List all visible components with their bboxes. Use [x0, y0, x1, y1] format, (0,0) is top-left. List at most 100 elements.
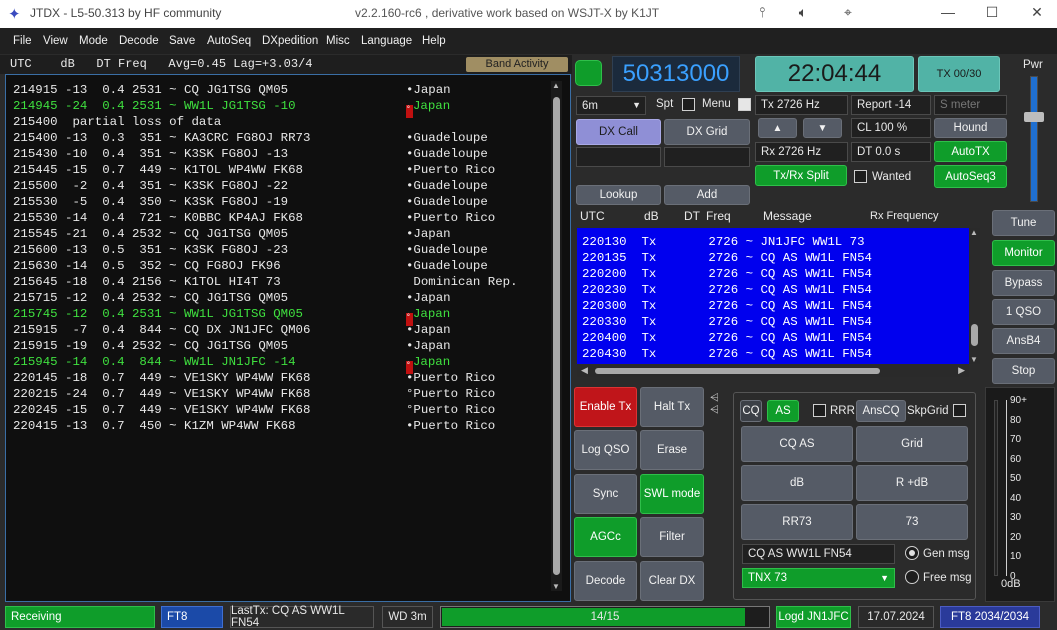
decode-button[interactable]: Decode: [574, 561, 637, 601]
menu-save[interactable]: Save: [169, 35, 195, 47]
halt-tx-button[interactable]: Halt Tx: [640, 387, 704, 427]
rx-scroll-down-icon[interactable]: ▼: [970, 355, 978, 364]
menu-dxpedition[interactable]: DXpedition: [262, 35, 318, 47]
menu-decode[interactable]: Decode: [119, 35, 159, 47]
rx-frequency-list[interactable]: 220130 Tx 2726 ~ JN1JFC WW1L 73 220135 Tx…: [577, 228, 969, 364]
rx-list-hscroll[interactable]: ◀ ▶: [577, 365, 969, 377]
band-activity-row[interactable]: 215430 -10 0.4 351 ~ K3SK FG8OJ -13 •Guad…: [13, 147, 488, 163]
cl-spinbox[interactable]: CL 100 %: [851, 118, 931, 138]
clear-dx-button[interactable]: Clear DX: [640, 561, 704, 601]
dx-grid-button[interactable]: DX Grid: [664, 119, 750, 145]
menu-checkbox[interactable]: [738, 98, 751, 111]
tx-frequency-spinbox[interactable]: Tx 2726 Hz: [755, 95, 848, 115]
menu-view[interactable]: View: [43, 35, 68, 47]
band-activity-row[interactable]: 215645 -18 0.4 2156 ~ K1TOL HI4T 73 Domi…: [13, 275, 518, 291]
rx-list-row[interactable]: 220230 Tx 2726 ~ CQ AS WW1L FN54: [582, 283, 872, 299]
pwr-slider-handle[interactable]: [1024, 112, 1044, 122]
r-db-button[interactable]: R +dB: [856, 465, 968, 501]
hscroll-thumb[interactable]: [595, 368, 880, 374]
rx-list-row[interactable]: 220300 Tx 2726 ~ CQ AS WW1L FN54: [582, 299, 872, 315]
dt-spinbox[interactable]: DT 0.0 s: [851, 142, 931, 162]
maximize-button[interactable]: ☐: [982, 4, 1002, 21]
band-activity-row[interactable]: 215445 -15 0.7 449 ~ K1TOL WP4WW FK68 •Pu…: [13, 163, 495, 179]
speaker-icon[interactable]: 🔈︎: [793, 4, 813, 21]
menu-mode[interactable]: Mode: [79, 35, 108, 47]
cq-button[interactable]: CQ: [740, 400, 762, 422]
grid-button[interactable]: Grid: [856, 426, 968, 462]
rx-list-row[interactable]: 220400 Tx 2726 ~ CQ AS WW1L FN54: [582, 331, 872, 347]
band-activity-row[interactable]: 215630 -14 0.5 352 ~ CQ FG8OJ FK96 •Guade…: [13, 259, 488, 275]
band-activity-row[interactable]: 215715 -12 0.4 2532 ~ CQ JG1TSG QM05 •Jap…: [13, 291, 451, 307]
menu-misc[interactable]: Misc: [326, 35, 350, 47]
filter-button[interactable]: Filter: [640, 517, 704, 557]
band-activity-row[interactable]: 220245 -15 0.7 449 ~ VE1SKY WP4WW FK68 °P…: [13, 403, 495, 419]
as-button[interactable]: AS: [767, 400, 799, 422]
s-meter-field[interactable]: S meter: [934, 95, 1007, 115]
cq-as-button[interactable]: CQ AS: [741, 426, 853, 462]
band-activity-row[interactable]: 215915 -7 0.4 844 ~ CQ DX JN1JFC QM06 •Ja…: [13, 323, 451, 339]
sync-button[interactable]: Sync: [574, 474, 637, 514]
rx-list-scrollbar[interactable]: ▲ ▼: [969, 228, 980, 364]
erase-button[interactable]: Erase: [640, 430, 704, 470]
gen-msg-input[interactable]: CQ AS WW1L FN54: [742, 544, 895, 564]
dx-grid-input[interactable]: [664, 147, 750, 167]
swl-mode-button[interactable]: SWL mode: [640, 474, 704, 514]
band-activity-scrollbar[interactable]: ▲ ▼: [551, 81, 562, 591]
bypass-button[interactable]: Bypass: [992, 270, 1055, 296]
autoseq-button[interactable]: AutoSeq3: [934, 165, 1007, 188]
scroll-down-icon[interactable]: ▼: [552, 582, 560, 591]
dx-call-button[interactable]: DX Call: [576, 119, 661, 145]
menu-help[interactable]: Help: [422, 35, 446, 47]
band-activity-row[interactable]: 215400 partial loss of data: [13, 115, 221, 131]
anscq-button[interactable]: AnsCQ: [856, 400, 906, 422]
band-activity-row[interactable]: 215400 -13 0.3 351 ~ KA3CRC FG8OJ RR73 •G…: [13, 131, 488, 147]
menu-file[interactable]: File: [13, 35, 32, 47]
band-activity-row[interactable]: 220145 -18 0.7 449 ~ VE1SKY WP4WW FK68 •P…: [13, 371, 495, 387]
scroll-thumb[interactable]: [553, 97, 560, 575]
band-activity-panel[interactable]: 214915 -13 0.4 2531 ~ CQ JG1TSG QM05 •Jap…: [5, 74, 571, 602]
menu-language[interactable]: Language: [361, 35, 412, 47]
enable-tx-button[interactable]: Enable Tx: [574, 387, 637, 427]
tune-button[interactable]: Tune: [992, 210, 1055, 236]
report-spinbox[interactable]: Report -14: [851, 95, 931, 115]
switch-arrows-icon[interactable]: ⩤ ⩤: [710, 392, 732, 420]
band-activity-row[interactable]: 215600 -13 0.5 351 ~ K3SK FG8OJ -23 •Guad…: [13, 243, 488, 259]
band-activity-row[interactable]: 220415 -13 0.7 450 ~ K1ZM WP4WW FK68 •Pue…: [13, 419, 495, 435]
band-activity-row[interactable]: 215530 -5 0.4 350 ~ K3SK FG8OJ -19 •Guade…: [13, 195, 488, 211]
stop-button[interactable]: Stop: [992, 358, 1055, 384]
rrr-checkbox[interactable]: [813, 404, 826, 417]
hscroll-right-icon[interactable]: ▶: [958, 365, 965, 376]
close-button[interactable]: ✕: [1027, 4, 1047, 21]
scroll-up-icon[interactable]: ▲: [552, 81, 560, 90]
wanted-checkbox[interactable]: [854, 170, 867, 183]
freq-up-button[interactable]: ▲: [758, 118, 797, 138]
log-qso-button[interactable]: Log QSO: [574, 430, 637, 470]
tuner-icon[interactable]: ⫯: [752, 4, 772, 21]
spt-checkbox[interactable]: [682, 98, 695, 111]
band-activity-row[interactable]: 214915 -13 0.4 2531 ~ CQ JG1TSG QM05 •Jap…: [13, 83, 451, 99]
free-msg-radio[interactable]: [905, 570, 919, 584]
freq-down-button[interactable]: ▼: [803, 118, 842, 138]
rx-scroll-up-icon[interactable]: ▲: [970, 228, 978, 237]
band-activity-row[interactable]: 215745 -12 0.4 2531 ~ WW1L JG1TSG QM05 ° J…: [13, 307, 450, 326]
band-activity-row[interactable]: 215545 -21 0.4 2532 ~ CQ JG1TSG QM05 •Jap…: [13, 227, 451, 243]
lookup-button[interactable]: Lookup: [576, 185, 661, 205]
frequency-display[interactable]: 50313000: [612, 56, 740, 92]
seventy-three-button[interactable]: 73: [856, 504, 968, 540]
pwr-slider-track[interactable]: [1030, 76, 1038, 202]
band-activity-row[interactable]: 220215 -24 0.7 449 ~ VE1SKY WP4WW FK68 °P…: [13, 387, 495, 403]
dx-call-input[interactable]: [576, 147, 661, 167]
add-button[interactable]: Add: [664, 185, 750, 205]
tx-counter-button[interactable]: TX 00/30: [918, 56, 1000, 92]
rr73-button[interactable]: RR73: [741, 504, 853, 540]
ansb4-button[interactable]: AnsB4: [992, 328, 1055, 354]
skpgrid-checkbox[interactable]: [953, 404, 966, 417]
free-msg-select[interactable]: TNX 73 ▼: [742, 568, 895, 588]
rx-list-row[interactable]: 220130 Tx 2726 ~ JN1JFC WW1L 73: [582, 235, 865, 251]
band-activity-row[interactable]: 214945 -24 0.4 2531 ~ WW1L JG1TSG -10 ° Ja…: [13, 99, 450, 118]
band-activity-row[interactable]: 215500 -2 0.4 351 ~ K3SK FG8OJ -22 •Guade…: [13, 179, 488, 195]
tx-rx-split-button[interactable]: Tx/Rx Split: [755, 165, 847, 186]
rx-frequency-spinbox[interactable]: Rx 2726 Hz: [755, 142, 848, 162]
gen-msg-radio[interactable]: [905, 546, 919, 560]
autotx-button[interactable]: AutoTX: [934, 141, 1007, 162]
